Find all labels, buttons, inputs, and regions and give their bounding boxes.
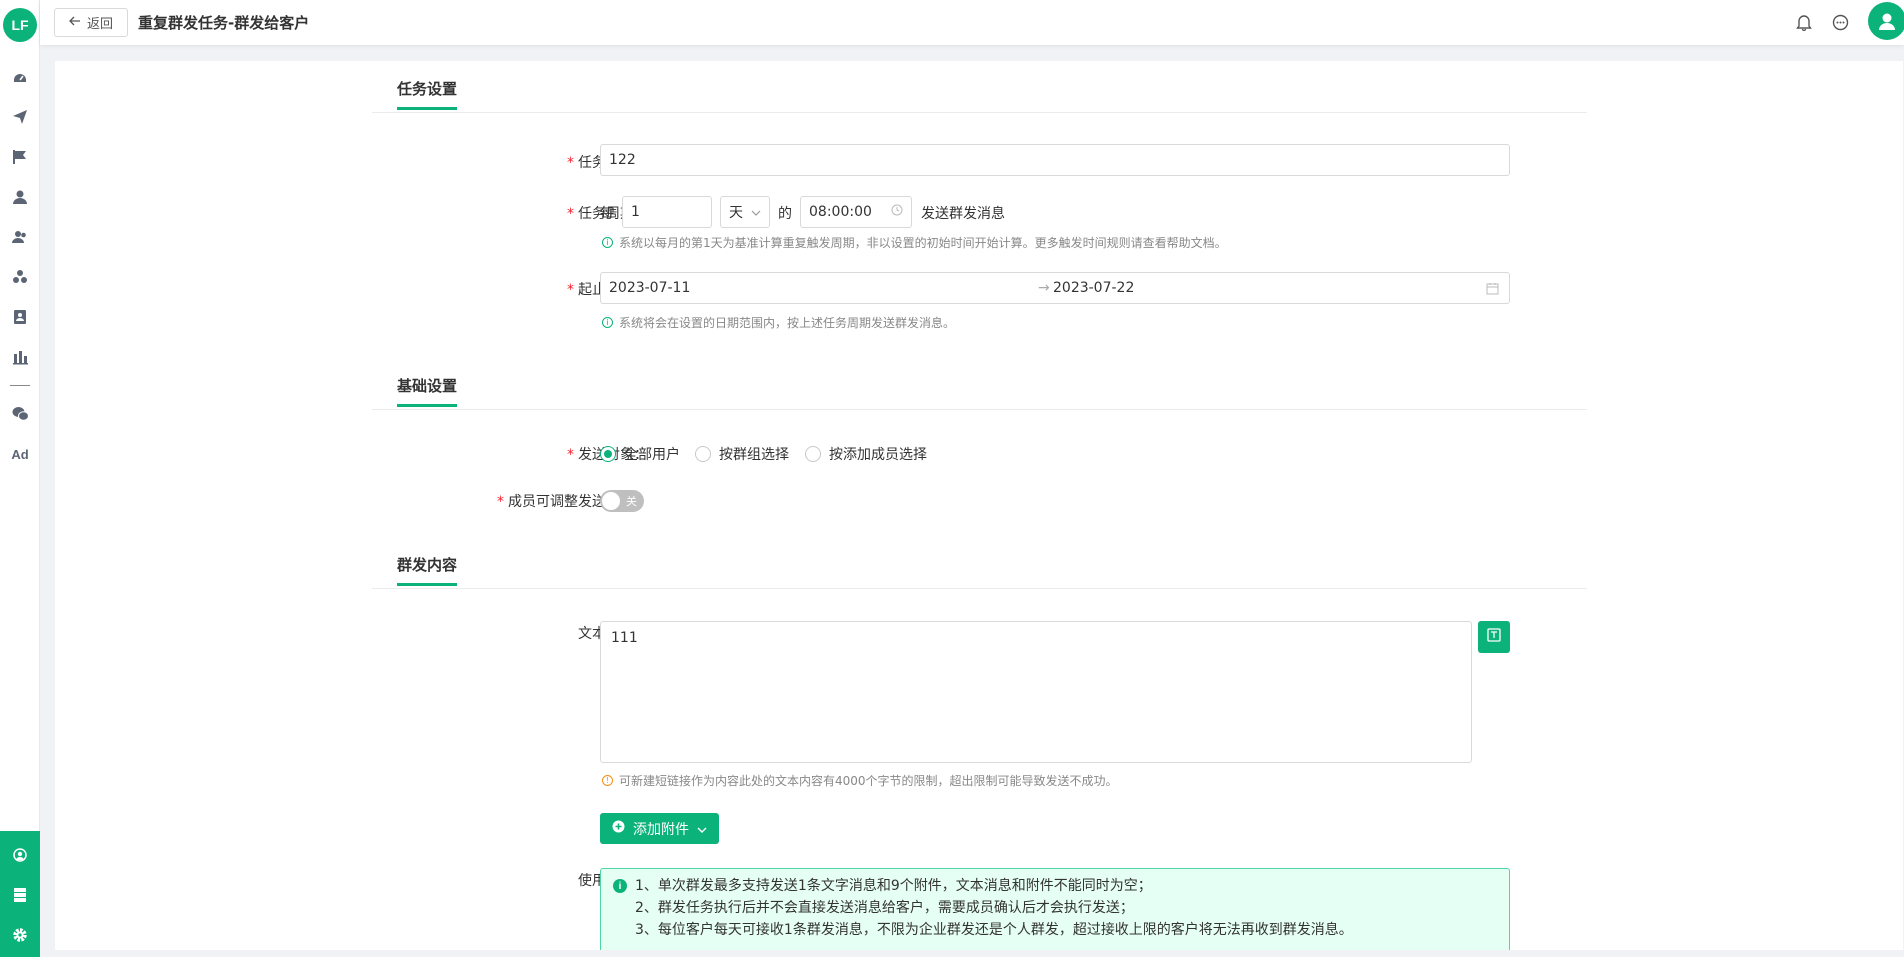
wechat-icon[interactable] (10, 404, 30, 424)
info-icon: i (613, 879, 627, 893)
switch-knob (602, 492, 620, 510)
section-title: 任务设置 (397, 78, 458, 110)
range-end[interactable]: 2023-07-22 (1053, 280, 1134, 296)
section-title: 基础设置 (397, 375, 458, 407)
usage-line: 3、每位客户每天可接收1条群发消息，不限为企业群发还是个人群发，超过接收上限的客… (635, 922, 1353, 938)
period-unit-value: 天 (729, 205, 743, 221)
section-basic-settings: 基础设置 (372, 358, 1587, 410)
nav-bottom-group (0, 831, 40, 957)
period-suffix-text: 发送群发消息 (921, 206, 1005, 222)
usage-line: 2、群发任务执行后并不会直接发送消息给客户，需要成员确认后才会执行发送； (635, 900, 1134, 916)
users-icon[interactable] (10, 227, 30, 247)
send-icon[interactable] (10, 107, 30, 127)
usage-notice: i 1、单次群发最多支持发送1条文字消息和9个附件，文本消息和附件不能同时为空；… (600, 868, 1510, 950)
clock-icon (891, 204, 903, 220)
warning-icon: ! (602, 775, 613, 786)
user-icon[interactable] (10, 187, 30, 207)
period-time-picker[interactable]: 08:00:00 (800, 196, 912, 228)
adjust-range-switch[interactable]: 关 (600, 490, 644, 512)
message-icon[interactable] (1830, 12, 1850, 32)
back-button[interactable]: 返回 (54, 8, 128, 37)
chevron-down-icon (697, 821, 707, 837)
range-hint: i 系统将会在设置的日期范围内，按上述任务周期发送群发消息。 (602, 314, 955, 331)
add-attachment-button[interactable]: 添加附件 (600, 813, 719, 844)
range-start[interactable]: 2023-07-11 (609, 280, 690, 296)
text-content-hint: ! 可新建短链接作为内容此处的文本内容有4000个字节的限制，超出限制可能导致发… (602, 772, 1118, 789)
radio-dot[interactable] (600, 446, 616, 462)
radio-by-member[interactable]: 按添加成员选择 (805, 444, 927, 464)
period-every-text: 每 (600, 206, 614, 222)
section-title: 群发内容 (397, 554, 458, 586)
radio-all-users[interactable]: 全部用户 (600, 444, 680, 464)
period-of-text: 的 (778, 206, 792, 222)
group-icon[interactable] (10, 267, 30, 287)
page-title: 重复群发任务-群发给客户 (138, 14, 310, 32)
nav-divider (10, 385, 30, 386)
period-count-input[interactable]: 1 (622, 196, 712, 228)
chevron-down-icon (751, 204, 761, 220)
server-icon[interactable] (10, 885, 30, 905)
plus-circle-icon (612, 820, 625, 837)
contact-card-icon[interactable] (10, 307, 30, 327)
arrow-right-icon: → (1038, 280, 1050, 296)
gear-icon[interactable] (10, 925, 30, 945)
period-time-value: 08:00:00 (809, 204, 872, 220)
back-label: 返回 (86, 17, 113, 32)
usage-line: 1、单次群发最多支持发送1条文字消息和9个附件，文本消息和附件不能同时为空； (635, 878, 1152, 894)
section-task-settings: 任务设置 (372, 61, 1587, 113)
bar-chart-icon[interactable] (10, 347, 30, 367)
info-icon: i (602, 317, 613, 328)
radio-dot[interactable] (805, 446, 821, 462)
period-hint: i 系统以每月的第1天为基准计算重复触发周期，非以设置的初始时间开始计算。更多触… (602, 234, 1227, 251)
section-content: 群发内容 (372, 537, 1587, 589)
text-content-input[interactable]: 111 (600, 621, 1472, 763)
avatar[interactable] (1868, 2, 1904, 40)
text-template-icon (1487, 628, 1501, 646)
radio-dot[interactable] (695, 446, 711, 462)
arrow-left-icon (69, 15, 81, 30)
date-range-picker[interactable]: 2023-07-11 → 2023-07-22 (600, 272, 1510, 304)
form-card: 任务设置 *任务名称 122 *任务周期 每 1 天 的 08:00:00 发送… (55, 61, 1903, 950)
flag-icon[interactable] (10, 147, 30, 167)
side-nav: LF Ad (0, 0, 40, 957)
tenant-icon[interactable] (10, 845, 30, 865)
dashboard-icon[interactable] (10, 67, 30, 87)
task-name-input[interactable]: 122 (600, 144, 1510, 176)
radio-by-group[interactable]: 按群组选择 (695, 444, 789, 464)
ad-icon[interactable]: Ad (10, 444, 30, 464)
insert-text-button[interactable] (1478, 621, 1510, 653)
period-unit-select[interactable]: 天 (720, 196, 770, 228)
top-bar: 返回 重复群发任务-群发给客户 (40, 0, 1904, 45)
info-icon: i (602, 237, 613, 248)
calendar-icon (1486, 282, 1499, 299)
bell-icon[interactable] (1794, 12, 1814, 32)
app-logo[interactable]: LF (3, 8, 37, 42)
